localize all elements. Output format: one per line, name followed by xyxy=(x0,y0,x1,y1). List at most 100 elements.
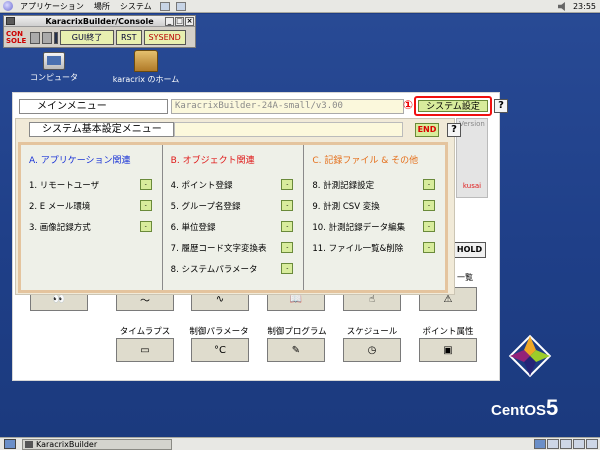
menu-system[interactable]: システム xyxy=(115,1,157,12)
launcher-icon[interactable] xyxy=(159,1,170,11)
panel-application: A. アプリケーション関連 1. リモートユーザ - 2. E メール環境 - 3.… xyxy=(21,145,163,290)
panel-heading: C. 記録ファイル & その他 xyxy=(312,156,419,166)
control-program-label: 制御プログラム xyxy=(267,327,327,337)
trash-icon[interactable] xyxy=(586,439,598,449)
workspace-4[interactable] xyxy=(573,439,585,449)
book-icon: 📖 xyxy=(289,293,303,305)
help-button[interactable]: ? xyxy=(494,99,508,113)
eyes-icon: 👀 xyxy=(52,293,66,305)
vcr-icon: ▭ xyxy=(140,344,150,356)
end-button[interactable]: END xyxy=(415,123,439,137)
computer-icon-label: コンピュータ xyxy=(30,73,78,82)
open-button[interactable]: - xyxy=(139,179,152,190)
console-titlebar[interactable]: KaracrixBuilder/Console _ □ × xyxy=(4,16,195,27)
list-item: 4. ポイント登録 - xyxy=(171,177,304,192)
gnome-foot-icon[interactable] xyxy=(3,1,13,11)
open-button[interactable]: - xyxy=(139,200,152,211)
list-item: 7. 履歴コード文字変換表 - xyxy=(171,240,304,255)
gui-exit-button[interactable]: GUI終了 xyxy=(60,30,114,45)
program-icon: ✎ xyxy=(291,344,301,356)
centos-wordmark: CentOS5 xyxy=(491,395,558,421)
rst-button[interactable]: RST xyxy=(116,30,142,45)
main-menu-title: メインメニュー xyxy=(19,99,168,114)
item-label: 7. 履歴コード文字変換表 xyxy=(170,243,267,254)
open-button[interactable]: - xyxy=(423,242,436,253)
annotation-number: ① xyxy=(403,98,414,112)
clock[interactable]: 23:55 xyxy=(573,2,596,11)
open-button[interactable]: - xyxy=(281,263,294,274)
version-text: Version xyxy=(459,120,485,128)
show-desktop-icon[interactable] xyxy=(4,439,16,449)
workspace-2[interactable] xyxy=(547,439,559,449)
maximize-icon[interactable]: □ xyxy=(175,17,184,26)
desktop-icon-home[interactable]: karacrix のホーム xyxy=(106,50,186,85)
control-param-label: 制御パラメータ xyxy=(189,327,249,337)
timelapse-button[interactable]: ▭ xyxy=(116,338,174,362)
close-icon[interactable]: × xyxy=(185,17,194,26)
open-button[interactable]: - xyxy=(423,200,436,211)
item-label: 1. リモートユーザ xyxy=(29,180,100,191)
system-tray: 23:55 xyxy=(557,1,596,12)
console-title: KaracrixBuilder/Console xyxy=(45,17,154,26)
list-item: 6. 単位登録 - xyxy=(171,219,304,234)
frequency-icon: ∿ xyxy=(215,293,225,305)
list-item: 9. 計測 CSV 変換 - xyxy=(312,198,445,213)
indicator-icon xyxy=(54,31,58,44)
system-settings-highlight: システム設定 xyxy=(414,96,492,116)
control-param-button[interactable]: °C xyxy=(191,338,249,362)
point-attr-button[interactable]: ▣ xyxy=(419,338,477,362)
menu-places[interactable]: 場所 xyxy=(89,1,115,12)
desktop-icon-computer[interactable]: コンピュータ xyxy=(24,52,84,83)
top-panel: アプリケーション 場所 システム 23:55 xyxy=(0,0,600,13)
window-controls: _ □ × xyxy=(165,17,194,26)
volume-icon[interactable] xyxy=(557,2,565,11)
list-item: 5. グループ名登録 - xyxy=(171,198,304,213)
open-button[interactable]: - xyxy=(281,242,294,253)
console-toolbar: CON SOLE GUI終了 RST SYSEND xyxy=(4,27,195,48)
taskbar-item-karacrixbuilder[interactable]: KaracrixBuilder xyxy=(22,438,172,450)
system-settings-button[interactable]: システム設定 xyxy=(418,100,488,112)
os-name: CentOS xyxy=(491,402,547,419)
item-label: 9. 計測 CSV 変換 xyxy=(312,201,380,212)
alarm-icon: ⚠ xyxy=(443,293,453,305)
console-label-line: SOLE xyxy=(6,36,27,45)
list-label: 一覧 xyxy=(457,273,473,282)
open-button[interactable]: - xyxy=(423,179,436,190)
hold-button[interactable]: HOLD xyxy=(453,242,486,258)
console-label: CON SOLE xyxy=(6,30,28,45)
open-button[interactable]: - xyxy=(281,200,294,211)
clock-icon: ◷ xyxy=(367,344,377,356)
minimize-icon[interactable]: _ xyxy=(165,17,174,26)
home-folder-icon xyxy=(134,50,158,72)
menu-applications[interactable]: アプリケーション xyxy=(15,1,89,12)
top-menu-bar: アプリケーション 場所 システム xyxy=(15,0,157,12)
schedule-label: スケジュール xyxy=(346,327,398,337)
workspace-switcher xyxy=(534,439,598,449)
item-label: 3. 画像記録方式 xyxy=(29,222,91,233)
os-version: 5 xyxy=(546,395,559,420)
open-button[interactable]: - xyxy=(423,221,436,232)
workspace-3[interactable] xyxy=(560,439,572,449)
dialog-help-button[interactable]: ? xyxy=(447,123,461,137)
dialog-title: システム基本設定メニュー xyxy=(29,122,174,137)
bottom-panel: KaracrixBuilder xyxy=(0,437,600,450)
kusai-text: kusai xyxy=(462,182,482,190)
open-button[interactable]: - xyxy=(139,221,152,232)
list-item: 3. 画像記録方式 - xyxy=(29,219,162,234)
item-label: 11. ファイル一覧&削除 xyxy=(312,243,404,254)
control-program-button[interactable]: ✎ xyxy=(267,338,325,362)
launcher-icon[interactable] xyxy=(175,1,186,11)
main-menu-header: メインメニュー KaracrixBuilder-24A-small/v3.00 … xyxy=(16,96,508,116)
item-label: 8. 計測記録設定 xyxy=(312,180,375,191)
open-button[interactable]: - xyxy=(281,179,294,190)
printer-icon[interactable] xyxy=(42,31,52,44)
version-field: KaracrixBuilder-24A-small/v3.00 xyxy=(171,99,404,114)
sysend-button[interactable]: SYSEND xyxy=(143,30,186,45)
workspace-1[interactable] xyxy=(534,439,546,449)
window-icon[interactable] xyxy=(6,17,15,25)
open-button[interactable]: - xyxy=(281,221,294,232)
list-item: 11. ファイル一覧&削除 - xyxy=(312,240,445,255)
device-icon[interactable] xyxy=(30,31,40,44)
monitor-display-icon: ▣ xyxy=(443,344,453,356)
schedule-button[interactable]: ◷ xyxy=(343,338,401,362)
